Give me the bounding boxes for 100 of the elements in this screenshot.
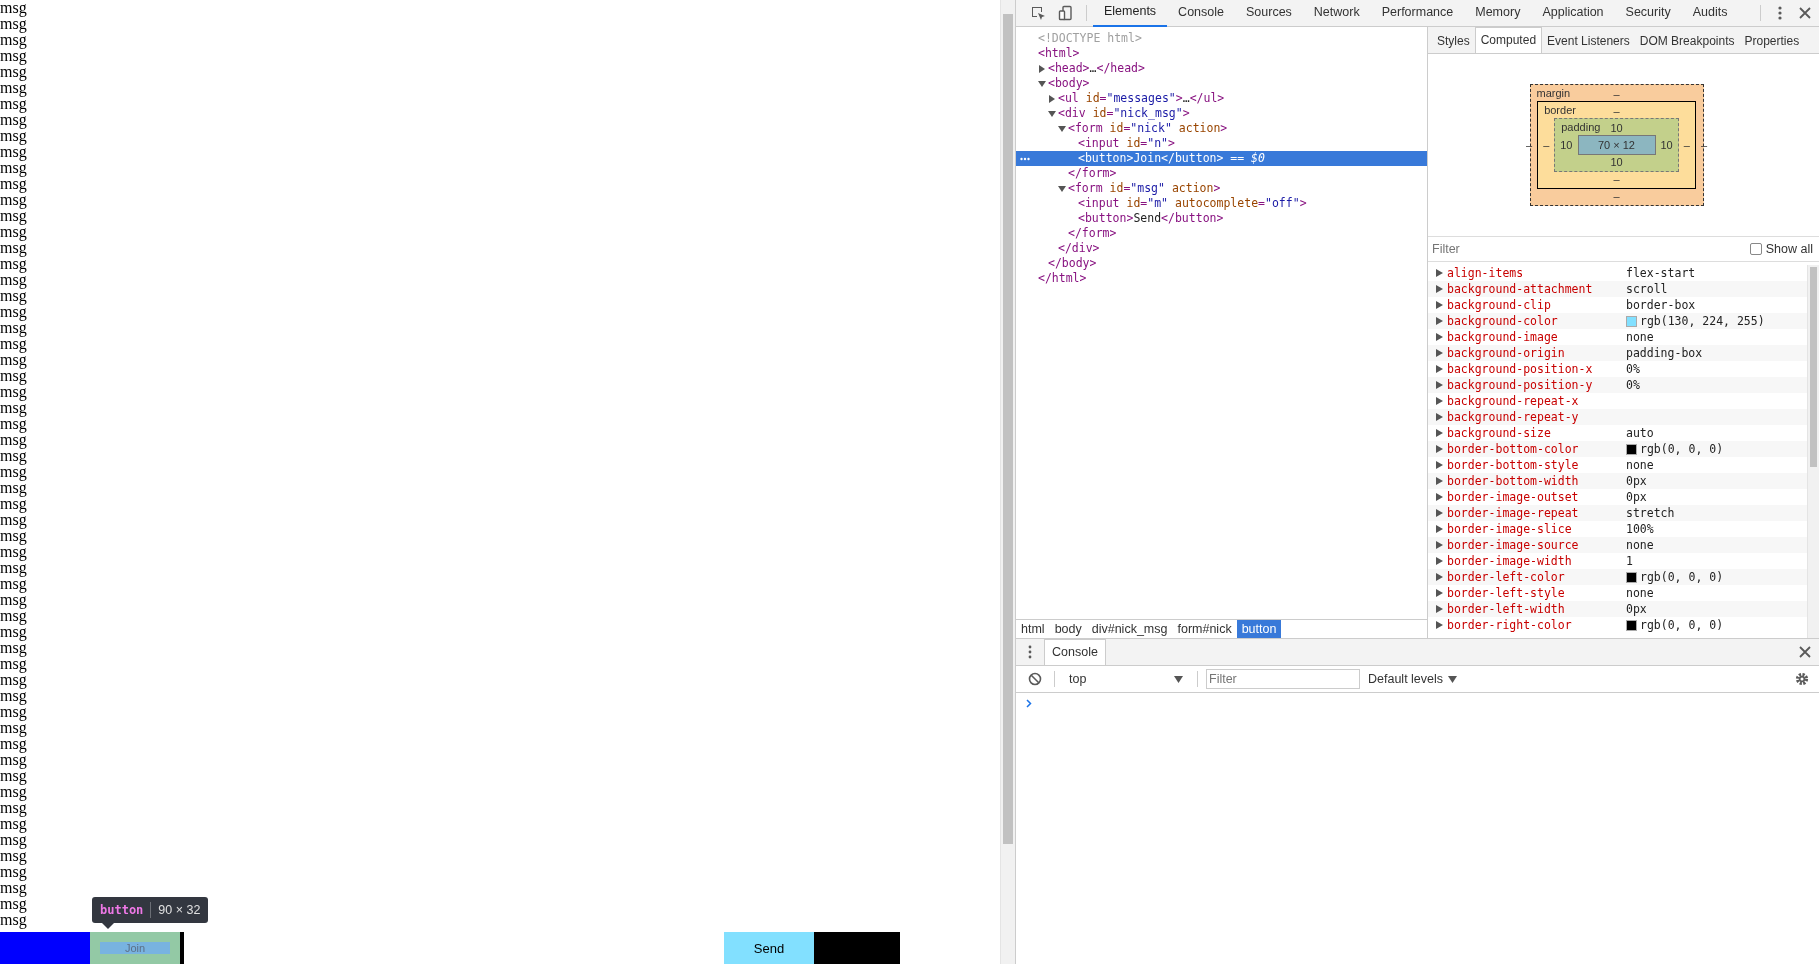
message-text: msg <box>0 816 27 832</box>
property-name: border-left-width <box>1447 602 1566 616</box>
scrollbar[interactable] <box>1807 265 1819 638</box>
scrollbar[interactable] <box>1000 0 1015 964</box>
inspect-icon[interactable] <box>1030 5 1046 21</box>
property-value: rgb(0, 0, 0) <box>1640 618 1724 632</box>
color-swatch[interactable] <box>1626 315 1637 327</box>
panel-tab[interactable]: Sources <box>1235 0 1303 26</box>
breadcrumb[interactable]: div#nick_msg <box>1086 620 1173 638</box>
color-swatch[interactable] <box>1626 619 1637 631</box>
property-name: border-bottom-width <box>1447 474 1580 488</box>
box-value: – <box>1699 138 1708 152</box>
sidebar-tab[interactable]: Computed <box>1474 27 1543 53</box>
message-text: msg <box>0 528 27 544</box>
message-text: msg <box>0 624 27 640</box>
panel-tab[interactable]: Network <box>1302 0 1371 26</box>
property-value: 0% <box>1626 362 1640 376</box>
property-name: border-image-width <box>1447 554 1573 568</box>
color-swatch[interactable] <box>1626 443 1637 455</box>
property-value: auto <box>1626 426 1654 440</box>
dom-tree-row[interactable]: <input id="n"> <box>1016 136 1427 151</box>
dom-tree-row[interactable]: <form id="nick" action> <box>1016 121 1427 136</box>
box-value: 10 <box>1659 138 1674 152</box>
panel-tab[interactable]: Elements <box>1093 0 1168 27</box>
expand-arrow-icon[interactable] <box>1038 64 1046 73</box>
property-value: rgb(130, 224, 255) <box>1640 314 1765 328</box>
dom-tree-row[interactable]: <button>Send</button> <box>1016 211 1427 226</box>
more-options-icon[interactable] <box>1777 5 1783 21</box>
box-value: 10 <box>1559 138 1574 152</box>
panel-tab[interactable]: Memory <box>1464 0 1532 26</box>
dropdown-arrow-icon[interactable] <box>1448 675 1458 683</box>
box-value: 10 <box>1609 121 1624 135</box>
message-text: msg <box>0 592 27 608</box>
dropdown-arrow-icon[interactable] <box>1174 675 1183 683</box>
message-text: msg <box>0 64 27 80</box>
dom-tree-row[interactable]: <ul id="messages">…</ul> <box>1016 91 1427 106</box>
message-text: msg <box>0 608 27 624</box>
breadcrumb[interactable]: button <box>1236 620 1282 638</box>
device-icon[interactable] <box>1058 5 1074 21</box>
send-button[interactable]: Send <box>724 932 814 964</box>
sidebar-tab[interactable]: DOM Breakpoints <box>1634 29 1740 53</box>
panel-tab[interactable]: Application <box>1531 0 1615 26</box>
context-select[interactable]: top <box>1063 672 1189 686</box>
dom-node-text: </html> <box>1038 271 1087 286</box>
breadcrumb[interactable]: form#nick <box>1172 620 1237 638</box>
property-value: none <box>1626 330 1654 344</box>
collapse-arrow-icon[interactable] <box>1038 79 1046 88</box>
dom-tree-row[interactable]: <html> <box>1016 46 1427 61</box>
panel-tab[interactable]: Security <box>1614 0 1682 26</box>
settings-icon[interactable] <box>1795 672 1809 686</box>
levels-dropdown[interactable]: Default levels <box>1368 672 1458 686</box>
message-text: msg <box>0 176 27 192</box>
close-icon[interactable] <box>1799 7 1811 19</box>
more-options-icon[interactable] <box>1028 645 1032 659</box>
drawer-tab[interactable]: Console <box>1044 639 1106 665</box>
sidebar-tab[interactable]: Styles <box>1432 29 1475 53</box>
property-value: 0px <box>1626 474 1647 488</box>
clear-icon[interactable] <box>1028 672 1042 686</box>
filter-field[interactable]: Filter <box>1206 669 1360 689</box>
property-value: flex-start <box>1626 266 1696 280</box>
sidebar-tab[interactable]: Properties <box>1739 29 1805 53</box>
close-icon[interactable] <box>1799 646 1811 658</box>
dom-node-text: <div id="nick_msg"> <box>1058 106 1190 121</box>
message-input[interactable] <box>814 932 900 964</box>
sidebar-tab[interactable]: Event Listeners <box>1542 29 1635 53</box>
collapse-arrow-icon[interactable] <box>1058 124 1066 133</box>
message-text: msg <box>0 224 27 240</box>
prompt-icon[interactable] <box>1026 698 1032 708</box>
expand-arrow-icon[interactable] <box>1048 94 1056 103</box>
property-value: none <box>1626 458 1654 472</box>
message-text: msg <box>0 704 27 720</box>
property-value: 0px <box>1626 490 1647 504</box>
property-value: scroll <box>1626 282 1668 296</box>
dom-tree-row[interactable]: <div id="nick_msg"> <box>1016 106 1427 121</box>
message-text: msg <box>0 48 27 64</box>
message-text: msg <box>0 864 27 880</box>
collapse-arrow-icon[interactable] <box>1058 184 1066 193</box>
dom-tree-row[interactable]: <input id="m" autocomplete="off"> <box>1016 196 1427 211</box>
filter-field[interactable]: Filter <box>1432 242 1746 256</box>
breadcrumb[interactable]: body <box>1049 620 1087 638</box>
property-value: none <box>1626 586 1654 600</box>
panel-tab[interactable]: Console <box>1167 0 1235 26</box>
nick-input[interactable] <box>0 932 90 964</box>
message-text: msg <box>0 16 27 32</box>
message-text: msg <box>0 192 27 208</box>
property-name: background-position-x <box>1447 362 1594 376</box>
show-all-checkbox[interactable] <box>1749 243 1762 255</box>
message-text: msg <box>0 0 27 16</box>
more-options-icon[interactable] <box>1020 157 1030 161</box>
color-swatch[interactable] <box>1626 571 1637 583</box>
panel-tab[interactable]: Audits <box>1681 0 1739 26</box>
dom-tree-row[interactable]: <head>…</head> <box>1016 61 1427 76</box>
panel-tab[interactable]: Performance <box>1370 0 1465 26</box>
dom-tree-row[interactable]: <button>Join</button> == $0 <box>1016 151 1427 166</box>
breadcrumb[interactable]: html <box>1016 620 1050 638</box>
dom-tree-row[interactable]: <form id="msg" action> <box>1016 181 1427 196</box>
box-value: – <box>1612 189 1621 203</box>
property-name: border-right-color <box>1447 618 1573 632</box>
dom-tree-row[interactable]: <body> <box>1016 76 1427 91</box>
collapse-arrow-icon[interactable] <box>1048 109 1056 118</box>
